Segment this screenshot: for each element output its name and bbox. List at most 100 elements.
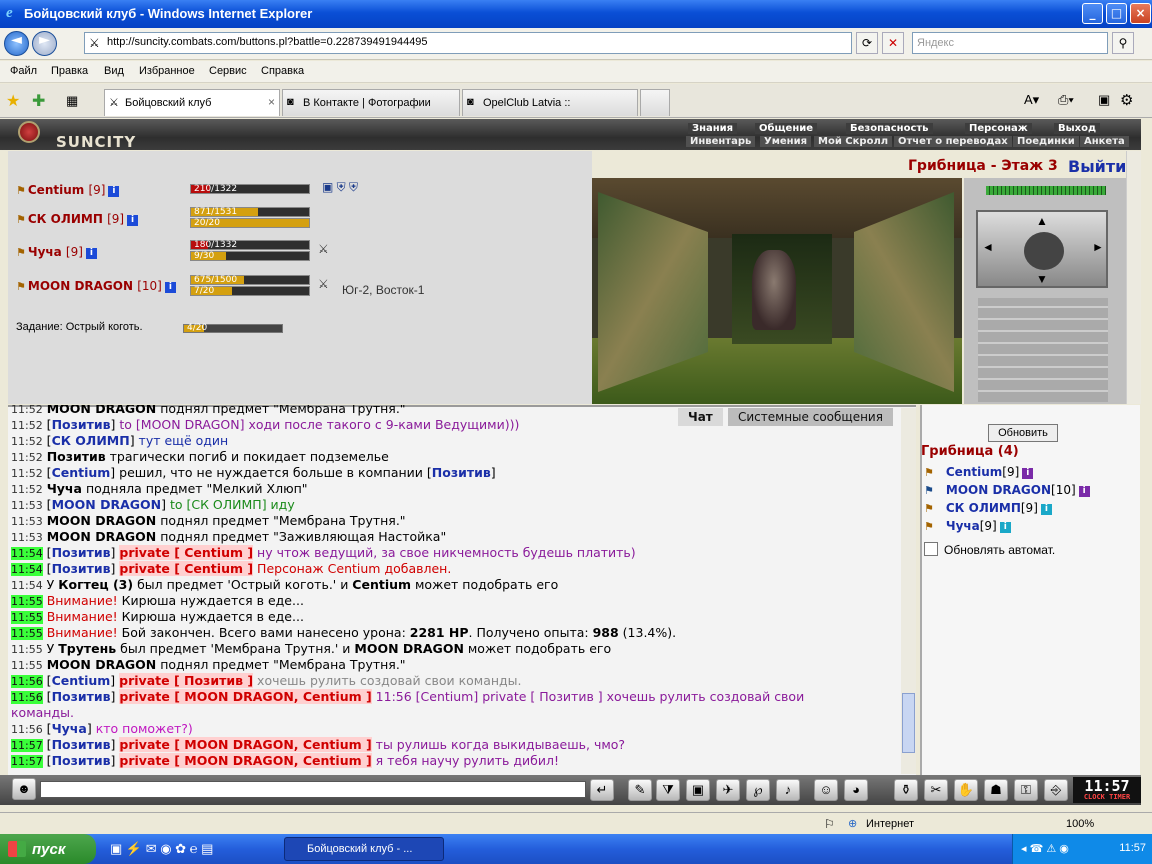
menu-edit[interactable]: Правка <box>51 65 88 77</box>
player-chucha[interactable]: ⚑ Чуча [9] i <box>16 245 97 259</box>
start-button[interactable]: пуск <box>0 834 96 864</box>
quicklaunch-icons[interactable]: ▣ ⚡ ✉ ◉ ✿ ℮ ▤ <box>110 841 213 857</box>
music-icon[interactable]: ♪ <box>776 779 800 801</box>
arrow-up-icon[interactable]: ▲ <box>1036 214 1048 228</box>
tab-opelclub[interactable]: ◙ OpelClub Latvia :: <box>462 89 638 116</box>
stop-icon[interactable]: ✕ <box>882 32 904 54</box>
lock-icon[interactable]: ⚿ <box>1014 779 1038 801</box>
new-tab-button[interactable] <box>640 89 670 116</box>
navigation-panel: ▲ ◄ ► ▼ <box>964 178 1126 404</box>
menu-duels[interactable]: Поединки <box>1013 136 1079 147</box>
menu-character[interactable]: Персонаж <box>965 123 1032 134</box>
menu-favorites[interactable]: Избранное <box>139 65 195 77</box>
emote-icon[interactable]: ◕ <box>844 779 868 801</box>
scroll-icon[interactable]: ✂ <box>924 779 948 801</box>
arrow-right-icon[interactable]: ► <box>1092 240 1104 254</box>
bottle-icon[interactable]: ⚱ <box>894 779 918 801</box>
movement-compass[interactable]: ▲ ◄ ► ▼ <box>976 210 1108 288</box>
close-tab-icon[interactable]: × <box>268 95 275 109</box>
hp-bar: 210/1322 <box>190 184 310 194</box>
center-icon[interactable] <box>1024 232 1064 270</box>
info-icon[interactable]: i <box>164 282 176 293</box>
menu-file[interactable]: Файл <box>10 65 37 77</box>
menu-skills[interactable]: Умения <box>760 136 812 147</box>
feeds-icon[interactable]: A▾ <box>1024 92 1039 108</box>
chat-scrollbar[interactable] <box>901 408 916 774</box>
info-icon: i <box>1040 504 1052 515</box>
pl-icon[interactable]: ℘ <box>746 779 770 801</box>
arrow-down-icon[interactable]: ▼ <box>1036 272 1048 286</box>
info-icon[interactable]: i <box>85 248 97 259</box>
party-icon: ⚑ <box>16 213 26 226</box>
status-bar: ⚐ ⊕ Интернет 100% <box>0 812 1152 834</box>
maximize-button[interactable]: □ <box>1106 3 1127 24</box>
zoom-level[interactable]: 100% <box>1066 818 1094 830</box>
chat-input[interactable] <box>40 781 586 798</box>
save-icon[interactable]: ▣ <box>686 779 710 801</box>
menu-communication[interactable]: Общение <box>755 123 818 134</box>
info-icon[interactable]: i <box>108 186 120 197</box>
menu-exit[interactable]: Выход <box>1054 123 1101 134</box>
smile-icon[interactable]: ☺ <box>814 779 838 801</box>
online-user[interactable]: ⚑ СК ОЛИМП[9] i <box>924 501 1052 515</box>
chat-line: 11:56 [Позитив] private [ MOON DRAGON, C… <box>11 689 805 704</box>
chat-line: 11:52 Позитив трагически погиб и покидае… <box>11 449 389 464</box>
online-user[interactable]: ⚑ Чуча[9] i <box>924 519 1011 533</box>
menu-help[interactable]: Справка <box>261 65 304 77</box>
tab-combats[interactable]: ⚔ Бойцовский клуб × <box>104 89 280 116</box>
tab-vkontakte[interactable]: ◙ В Контакте | Фотографии <box>282 89 460 116</box>
chat-head-icon[interactable]: ☻ <box>12 778 36 800</box>
player-sk-olimp[interactable]: ⚑ СК ОЛИМП [9] i <box>16 212 139 226</box>
menu-knowledge[interactable]: Знания <box>688 123 738 134</box>
hand-icon[interactable]: ✋ <box>954 779 978 801</box>
menu-tools[interactable]: Сервис <box>209 65 247 77</box>
close-button[interactable]: × <box>1130 3 1151 24</box>
refresh-button[interactable]: Обновить <box>988 424 1058 442</box>
favorites-star-icon[interactable]: ★ <box>6 91 20 111</box>
send-icon[interactable]: ↵ <box>590 779 614 801</box>
add-favorite-icon[interactable]: ✚ <box>32 91 45 111</box>
filter-icon[interactable]: ⧩ <box>656 779 680 801</box>
auto-refresh-checkbox[interactable]: Обновлять автомат. <box>924 542 1055 557</box>
chat-line: 11:56 [Чуча] кто поможет?) <box>11 721 193 736</box>
forward-button[interactable]: ► <box>32 31 57 56</box>
coords-text: Юг-2, Восток-1 <box>342 283 425 297</box>
suncity-logo: SUNCITY <box>18 121 138 151</box>
chat-line: команды. <box>11 705 74 720</box>
search-input[interactable]: Яндекс <box>912 32 1108 54</box>
refresh-icon[interactable]: ⟳ <box>856 32 878 54</box>
windows-logo-icon <box>8 841 26 857</box>
tray-icons[interactable]: ◂ ☎ ⚠ ◉ <box>1021 842 1069 855</box>
people-icon[interactable]: ☗ <box>984 779 1008 801</box>
info-icon[interactable]: i <box>127 215 139 226</box>
tools-gear-icon[interactable]: ⚙ <box>1120 91 1133 109</box>
menu-profile[interactable]: Анкета <box>1080 136 1129 147</box>
search-icon[interactable]: ⚲ <box>1112 32 1134 54</box>
arrow-left-icon[interactable]: ◄ <box>982 240 994 254</box>
globe-icon: ⊕ <box>848 818 858 830</box>
menu-view[interactable]: Вид <box>104 65 124 77</box>
menu-security[interactable]: Безопасность <box>846 123 933 134</box>
player-centium[interactable]: ⚑ Centium [9] i <box>16 183 120 197</box>
page-icon: ◙ <box>467 96 474 108</box>
menu-inventory[interactable]: Инвентарь <box>686 136 756 147</box>
monster-image[interactable] <box>752 250 796 330</box>
quick-tabs-icon[interactable]: ▦ <box>66 93 78 109</box>
online-user[interactable]: ⚑ MOON DRAGON[10] i <box>924 483 1090 497</box>
exit-link[interactable]: Выйти <box>1068 157 1126 176</box>
frame-scrollbar[interactable] <box>1126 151 1141 404</box>
menu-my-scroll[interactable]: Мой Скролл <box>814 136 893 147</box>
player-moon-dragon[interactable]: ⚑ MOON DRAGON [10] i <box>16 279 176 293</box>
minimize-button[interactable]: _ <box>1082 3 1103 24</box>
menu-transfer-report[interactable]: Отчет о переводах <box>894 136 1012 147</box>
address-field[interactable]: ⚔ http://suncity.combats.com/buttons.pl?… <box>84 32 852 54</box>
back-button[interactable]: ◄ <box>4 31 29 56</box>
buff-icons: ▣ ⛨ ⛨ <box>322 180 359 194</box>
page-menu-icon[interactable]: ▣ <box>1098 92 1110 108</box>
eraser-icon[interactable]: ✎ <box>628 779 652 801</box>
taskbar-ie-window[interactable]: Бойцовский клуб - ... <box>284 837 444 861</box>
online-user[interactable]: ⚑ Centium[9] i <box>924 465 1034 479</box>
print-icon[interactable]: ⎙▾ <box>1058 92 1074 108</box>
translit-icon[interactable]: ✈ <box>716 779 740 801</box>
exit-door-icon[interactable]: ⎆ <box>1044 779 1068 801</box>
